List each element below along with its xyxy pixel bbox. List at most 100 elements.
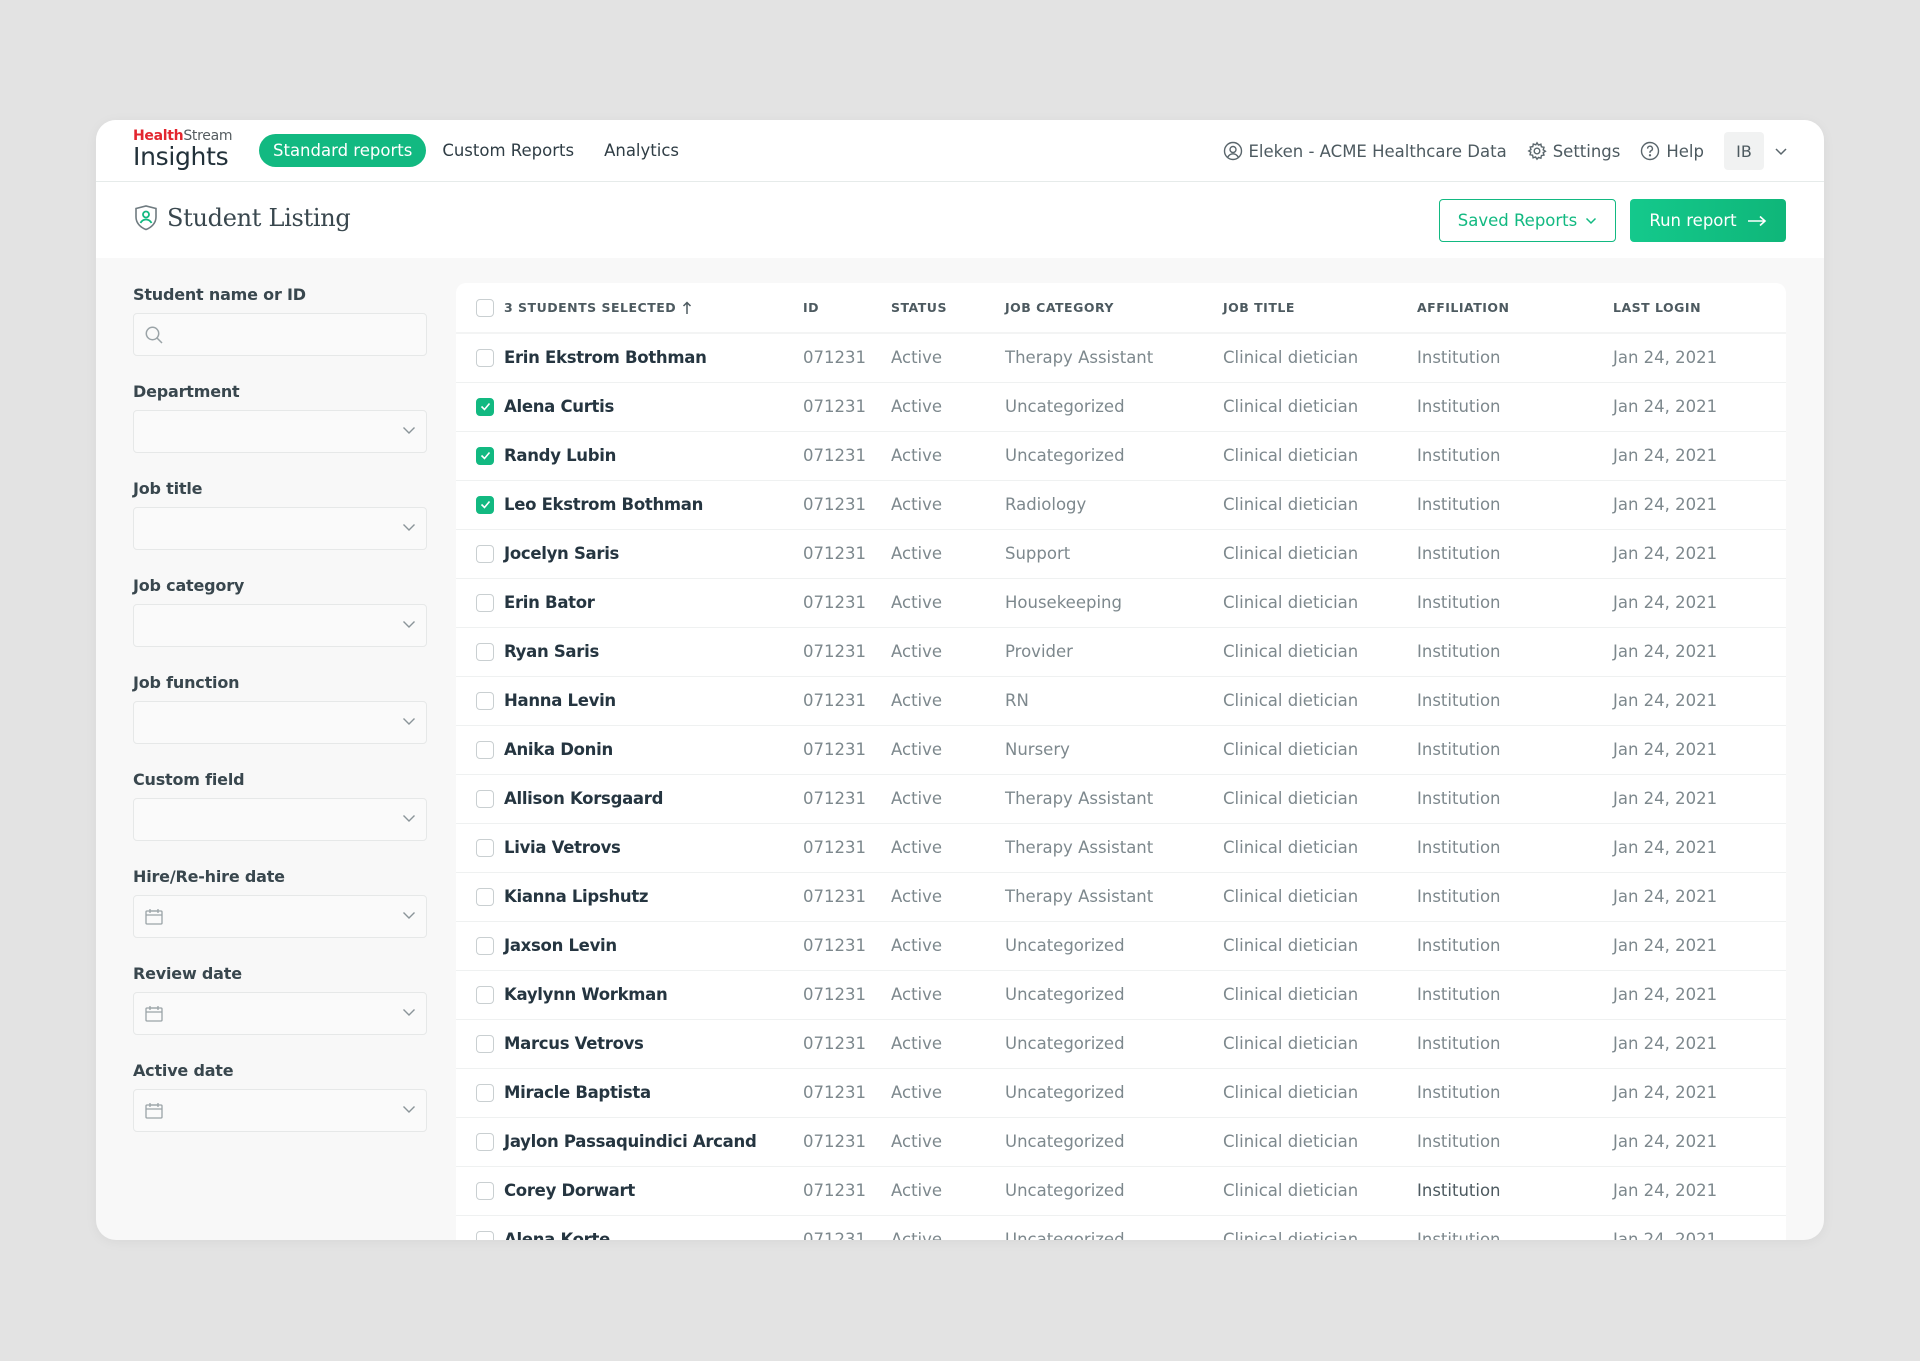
table-row[interactable]: Miracle Baptista 071231 Active Uncategorize… [456, 1068, 1786, 1118]
table-row[interactable]: Anika Donin 071231 Active Nursery Clinical d… [456, 725, 1786, 775]
row-checkbox[interactable] [476, 1034, 494, 1053]
student-status: Active [891, 970, 1005, 1020]
job-title: Clinical dietician [1223, 382, 1417, 432]
row-checkbox[interactable] [476, 789, 494, 808]
student-name[interactable]: Kianna Lipshutz [504, 887, 649, 906]
job-title: Clinical dietician [1223, 627, 1417, 677]
settings-link[interactable]: Settings [1527, 141, 1620, 161]
saved-reports-button[interactable]: Saved Reports [1439, 199, 1616, 242]
table-row[interactable]: Alena Korte 071231 Active Uncategorized Clin… [456, 1215, 1786, 1240]
student-name[interactable]: Jocelyn Saris [504, 544, 619, 563]
job-function-select[interactable] [133, 701, 427, 744]
nav-analytics[interactable]: Analytics [590, 134, 693, 167]
row-checkbox[interactable] [476, 1230, 494, 1240]
healthstream-insights-logo[interactable]: HealthStream Insights [133, 129, 232, 169]
student-status: Active [891, 823, 1005, 873]
job-title: Clinical dietician [1223, 333, 1417, 383]
row-checkbox[interactable] [476, 348, 494, 367]
user-avatar[interactable]: IB [1724, 132, 1764, 170]
job-title-select[interactable] [133, 507, 427, 550]
column-header-id[interactable]: ID [803, 283, 891, 334]
column-header-affiliation[interactable]: AFFILIATION [1417, 283, 1613, 334]
student-name[interactable]: Jaxson Levin [504, 936, 617, 955]
custom-field-select[interactable] [133, 798, 427, 841]
department-select[interactable] [133, 410, 427, 453]
student-name[interactable]: Erin Ekstrom Bothman [504, 348, 707, 367]
column-header-last-login[interactable]: LAST LOGIN [1613, 283, 1786, 334]
nav-standard-reports[interactable]: Standard reports [259, 134, 427, 167]
sort-ascending-icon[interactable] [682, 300, 692, 315]
table-row[interactable]: Jocelyn Saris 071231 Active Support Clinical… [456, 529, 1786, 579]
column-header-job-title[interactable]: JOB TITLE [1223, 283, 1417, 334]
row-checkbox[interactable] [476, 1083, 494, 1102]
table-row[interactable]: Erin Bator 071231 Active Housekeeping Clinic… [456, 578, 1786, 628]
student-name-or-id-input[interactable] [133, 313, 427, 356]
row-checkbox[interactable] [476, 544, 494, 563]
table-row[interactable]: Kianna Lipshutz 071231 Active Therapy Assis… [456, 872, 1786, 922]
student-name[interactable]: Kaylynn Workman [504, 985, 668, 1004]
table-row[interactable]: Marcus Vetrovs 071231 Active Uncategorized C… [456, 1019, 1786, 1069]
help-link[interactable]: Help [1640, 141, 1704, 161]
table-row[interactable]: Leo Ekstrom Bothman 071231 Active Radiology… [456, 480, 1786, 530]
job-title: Clinical dietician [1223, 823, 1417, 873]
student-name[interactable]: Alena Korte [504, 1230, 610, 1240]
row-checkbox[interactable] [476, 691, 494, 710]
table-row[interactable]: Jaxson Levin 071231 Active Uncategorized Cli… [456, 921, 1786, 971]
row-checkbox[interactable] [476, 838, 494, 857]
student-name[interactable]: Alena Curtis [504, 397, 614, 416]
student-name[interactable]: Leo Ekstrom Bothman [504, 495, 703, 514]
job-title: Clinical dietician [1223, 872, 1417, 922]
active-date-date-picker[interactable] [133, 1089, 427, 1132]
student-name[interactable]: Jaylon Passaquindici Arcand [504, 1132, 757, 1151]
row-checkbox[interactable] [476, 397, 494, 416]
student-name[interactable]: Allison Korsgaard [504, 789, 663, 808]
student-name[interactable]: Hanna Levin [504, 691, 616, 710]
table-row[interactable]: Hanna Levin 071231 Active RN Clinical dietic… [456, 676, 1786, 726]
student-name[interactable]: Ryan Saris [504, 642, 599, 661]
row-checkbox[interactable] [476, 593, 494, 612]
row-checkbox[interactable] [476, 1132, 494, 1151]
row-checkbox[interactable] [476, 642, 494, 661]
table-row[interactable]: Erin Ekstrom Bothman 071231 Active Therapy … [456, 333, 1786, 383]
row-checkbox[interactable] [476, 936, 494, 955]
nav-custom-reports[interactable]: Custom Reports [428, 134, 588, 167]
run-report-button[interactable]: Run report [1630, 199, 1786, 242]
row-checkbox[interactable] [476, 985, 494, 1004]
affiliation: Institution [1417, 921, 1613, 971]
table-row[interactable]: Randy Lubin 071231 Active Uncategorized Clin… [456, 431, 1786, 481]
student-name[interactable]: Anika Donin [504, 740, 613, 759]
student-name[interactable]: Marcus Vetrovs [504, 1034, 644, 1053]
table-row[interactable]: Livia Vetrovs 071231 Active Therapy Assista… [456, 823, 1786, 873]
row-checkbox[interactable] [476, 740, 494, 759]
row-checkbox[interactable] [476, 887, 494, 906]
student-name[interactable]: Randy Lubin [504, 446, 616, 465]
row-checkbox[interactable] [476, 495, 494, 514]
column-header-job-category[interactable]: JOB CATEGORY [1005, 283, 1223, 334]
chevron-down-icon[interactable] [1774, 146, 1788, 156]
row-checkbox[interactable] [476, 446, 494, 465]
page-title-text: Student Listing [167, 204, 351, 232]
student-name[interactable]: Miracle Baptista [504, 1083, 651, 1102]
help-label: Help [1666, 141, 1704, 161]
student-name[interactable]: Erin Bator [504, 593, 595, 612]
table-row[interactable]: Jaylon Passaquindici Arcand 071231 Active U… [456, 1117, 1786, 1167]
table-row[interactable]: Kaylynn Workman 071231 Active Uncategorized… [456, 970, 1786, 1020]
filter-hire-re-hire-date: Hire/Re-hire date [133, 867, 427, 964]
table-row[interactable]: Allison Korsgaard 071231 Active Therapy Ass… [456, 774, 1786, 824]
student-name-cell: Jaxson Levin [456, 921, 803, 971]
org-selector[interactable]: Eleken - ACME Healthcare Data [1223, 141, 1507, 161]
table-row[interactable]: Corey Dorwart 071231 Active Uncategorized Cl… [456, 1166, 1786, 1216]
student-name-cell: Marcus Vetrovs [456, 1019, 803, 1069]
select-all-checkbox[interactable] [476, 298, 494, 317]
filter-label: Job function [133, 673, 240, 692]
student-name[interactable]: Livia Vetrovs [504, 838, 621, 857]
column-header-status[interactable]: STATUS [891, 283, 1005, 334]
review-date-date-picker[interactable] [133, 992, 427, 1035]
student-name[interactable]: Corey Dorwart [504, 1181, 635, 1200]
table-row[interactable]: Alena Curtis 071231 Active Uncategorized Cli… [456, 382, 1786, 432]
table-row[interactable]: Ryan Saris 071231 Active Provider Clinical d… [456, 627, 1786, 677]
job-category-select[interactable] [133, 604, 427, 647]
row-checkbox[interactable] [476, 1181, 494, 1200]
hire-re-hire-date-date-picker[interactable] [133, 895, 427, 938]
column-header-name[interactable]: 3 STUDENTS SELECTED [456, 283, 803, 334]
